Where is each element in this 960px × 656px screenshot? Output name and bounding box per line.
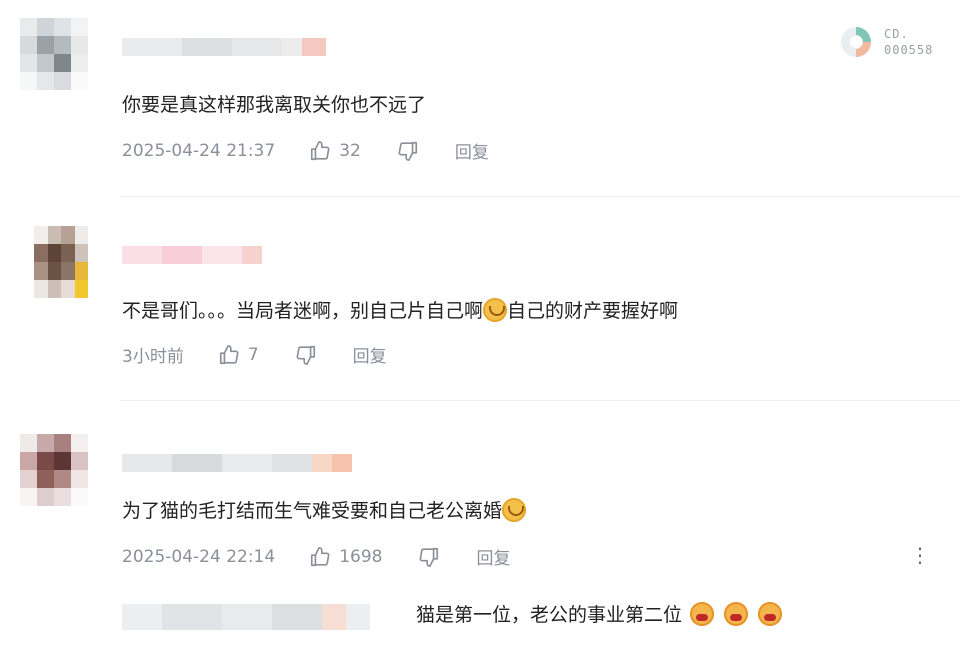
like-count: 32: [339, 140, 361, 161]
angry-emoji: [758, 602, 783, 626]
comment-text: 不是哥们。。。当局者迷啊，别自己片自己啊 自己的财产要握好啊: [122, 298, 678, 324]
username-blurred[interactable]: [122, 38, 326, 56]
watermark-logo-icon: [841, 27, 871, 57]
like-count: 1698: [339, 546, 383, 567]
like-count: 7: [247, 344, 259, 365]
sub-reply-username-blurred[interactable]: [122, 604, 370, 630]
watermark-line-1: CD.: [884, 27, 909, 41]
thumb-up-icon: [311, 140, 330, 160]
avatar[interactable]: [34, 226, 88, 298]
angry-emoji: [724, 602, 749, 626]
comment-meta: 2025-04-24 21:37 32 回复: [122, 138, 489, 164]
username-blurred[interactable]: [122, 246, 262, 264]
sub-reply-text: 猫是第一位，老公的事业第二位: [416, 602, 783, 628]
comment-time: 2025-04-24 22:14: [122, 546, 276, 567]
dislike-button[interactable]: [295, 344, 317, 366]
thumb-down-icon: [296, 345, 315, 365]
comment-text: 为了猫的毛打结而生气难受要和自己老公离婚: [122, 498, 527, 524]
dislike-button[interactable]: [397, 140, 419, 162]
comment-meta: 2025-04-24 22:14 1698 回复: [122, 544, 510, 570]
divider: [120, 400, 960, 401]
comment-time: 3小时前: [122, 347, 184, 367]
thumb-down-icon: [398, 141, 417, 161]
thumb-up-icon: [219, 344, 239, 364]
divider: [120, 196, 960, 197]
like-button[interactable]: 1698: [309, 546, 382, 568]
thumb-down-icon: [420, 547, 439, 567]
comment-text-part-1: 不是哥们。。。当局者迷啊，别自己片自己啊: [122, 300, 484, 322]
avatar[interactable]: [20, 18, 88, 90]
watermark-line-2: 000558: [884, 43, 934, 57]
wry-smile-emoji: [483, 298, 508, 322]
like-button[interactable]: 32: [309, 140, 361, 162]
angry-emoji: [690, 602, 715, 626]
comment-text-main: 为了猫的毛打结而生气难受要和自己老公离婚: [122, 500, 503, 522]
more-vertical-icon[interactable]: ⋮: [910, 545, 930, 565]
reply-button[interactable]: 回复: [476, 544, 510, 569]
comment-text-part-2: 自己的财产要握好啊: [507, 300, 679, 322]
comment-text: 你要是真这样那我离取关你也不远了: [122, 94, 427, 116]
wry-smile-emoji: [502, 498, 527, 522]
like-button[interactable]: 7: [218, 344, 259, 366]
reply-button[interactable]: 回复: [455, 138, 489, 163]
comment-time: 2025-04-24 21:37: [122, 140, 276, 161]
dislike-button[interactable]: [418, 546, 440, 568]
watermark: CD. 000558: [838, 24, 933, 60]
username-blurred[interactable]: [122, 454, 352, 472]
sub-reply-text-main: 猫是第一位，老公的事业第二位: [416, 604, 683, 626]
comment-meta: 3小时前 7 回复: [122, 342, 387, 368]
reply-button[interactable]: 回复: [353, 342, 387, 367]
thumb-up-icon: [311, 546, 330, 566]
avatar[interactable]: [20, 434, 88, 506]
